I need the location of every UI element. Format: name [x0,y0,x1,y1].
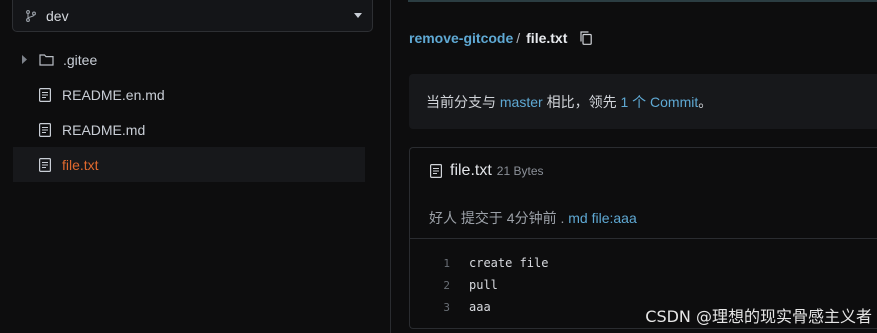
tree-item-label: README.en.md [62,86,165,103]
commit-time: 4分钟前 [506,210,557,226]
copy-icon[interactable] [580,31,593,45]
file-tree-sidebar: dev .gitee README.en.md README.md file.t… [0,0,391,333]
watermark: CSDN @理想的现实骨感主义者 [645,307,872,326]
file-tree: .gitee README.en.md README.md file.txt [13,42,365,182]
ahead-commits-link[interactable]: 1 个 Commit [620,92,698,112]
file-size: 21 Bytes [496,164,544,178]
file-header: file.txt 21 Bytes [430,162,544,180]
line-text: pull [469,278,498,292]
tree-item-label: .gitee [63,51,98,68]
tree-item-readme-en[interactable]: README.en.md [13,77,365,112]
chevron-down-icon [354,13,362,18]
tree-item-label: file.txt [62,156,99,173]
tree-item-readme[interactable]: README.md [13,112,365,147]
breadcrumb-file: file.txt [526,30,568,46]
file-icon [39,157,51,172]
line-number[interactable]: 2 [410,279,450,292]
breadcrumb: remove-gitcode / file.txt [409,29,593,47]
commit-dot: . [560,210,565,226]
commit-message-link[interactable]: md file:aaa [568,210,636,226]
commit-action: 提交于 [460,210,503,226]
line-text: aaa [469,300,491,314]
file-icon [39,122,51,137]
file-icon [430,164,442,178]
branch-compare-banner: 当前分支与 master 相比，领先 1 个 Commit。 [409,74,877,129]
compare-suffix: 。 [698,93,713,110]
file-content-panel: file.txt 21 Bytes 好人 提交于 4分钟前 . md file:… [409,147,877,329]
compare-prefix: 当前分支与 [426,93,496,110]
chevron-right-icon[interactable] [22,55,27,64]
file-name: file.txt [450,162,492,179]
file-view: remove-gitcode / file.txt 当前分支与 master 相… [392,0,877,333]
tree-item-gitee-folder[interactable]: .gitee [13,42,365,77]
code-line: 1 create file [410,252,877,274]
branch-name: dev [46,7,69,24]
branch-icon [25,9,37,22]
line-text: create file [469,256,549,270]
file-icon [39,87,51,102]
folder-icon [39,53,54,66]
line-number[interactable]: 3 [410,301,450,314]
code-line: 2 pull [410,274,877,296]
divider [410,238,877,239]
last-commit-info: 好人 提交于 4分钟前 . md file:aaa [429,208,637,228]
branch-selector[interactable]: dev [12,0,373,32]
breadcrumb-repo-link[interactable]: remove-gitcode [409,30,513,46]
breadcrumb-separator: / [516,30,521,46]
tree-item-file-txt[interactable]: file.txt [13,147,365,182]
tree-item-label: README.md [62,121,146,138]
line-number[interactable]: 1 [410,257,450,270]
commit-author: 好人 [429,210,457,226]
compare-middle: 相比，领先 [546,93,617,110]
divider [408,0,877,2]
compare-branch-link[interactable]: master [500,94,543,110]
